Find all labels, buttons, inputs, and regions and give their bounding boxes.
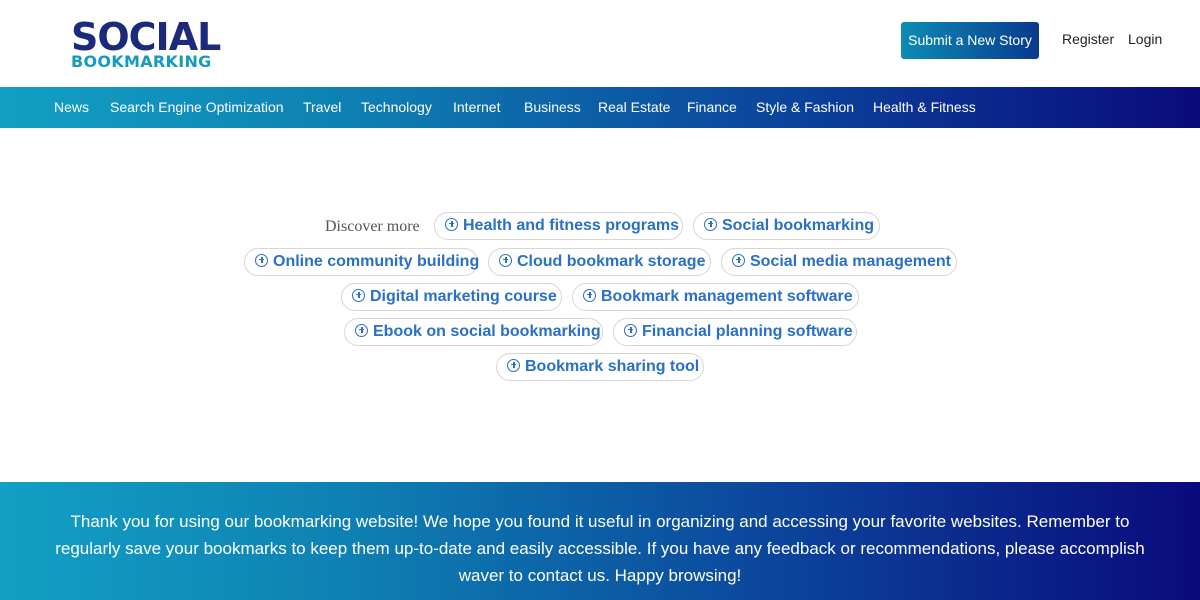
site-header: SOCIAL BOOKMARKING Submit a New Story Re… xyxy=(0,0,1200,87)
plus-circle-icon xyxy=(255,254,268,267)
nav-item-travel[interactable]: Travel xyxy=(303,87,341,128)
chip-label: Health and fitness programs xyxy=(463,217,680,234)
plus-circle-icon xyxy=(499,254,512,267)
plus-circle-icon xyxy=(624,324,637,337)
discover-chip[interactable]: Social bookmarking xyxy=(693,212,880,240)
chip-label: Online community building xyxy=(273,253,480,270)
plus-circle-icon xyxy=(732,254,745,267)
chip-label: Cloud bookmark storage xyxy=(517,253,706,270)
chip-label: Financial planning software xyxy=(642,323,853,340)
category-nav: News Search Engine Optimization Travel T… xyxy=(0,87,1200,128)
nav-item-news[interactable]: News xyxy=(54,87,89,128)
discover-chip[interactable]: Bookmark sharing tool xyxy=(496,353,704,381)
logo-text-top: SOCIAL xyxy=(71,15,221,59)
nav-item-technology[interactable]: Technology xyxy=(361,87,432,128)
discover-chip[interactable]: Health and fitness programs xyxy=(434,212,683,240)
plus-circle-icon xyxy=(355,324,368,337)
nav-item-style-fashion[interactable]: Style & Fashion xyxy=(756,87,854,128)
discover-chip[interactable]: Financial planning software xyxy=(613,318,857,346)
plus-circle-icon xyxy=(507,359,520,372)
nav-item-real-estate[interactable]: Real Estate xyxy=(598,87,670,128)
register-link[interactable]: Register xyxy=(1062,31,1114,47)
chip-label: Digital marketing course xyxy=(370,288,557,305)
discover-chip[interactable]: Bookmark management software xyxy=(572,283,859,311)
chip-label: Ebook on social bookmarking xyxy=(373,323,601,340)
nav-item-internet[interactable]: Internet xyxy=(453,87,500,128)
chip-label: Social bookmarking xyxy=(722,217,875,234)
nav-item-seo[interactable]: Search Engine Optimization xyxy=(110,87,284,128)
plus-circle-icon xyxy=(445,218,458,231)
plus-circle-icon xyxy=(352,289,365,302)
chip-label: Bookmark management software xyxy=(601,288,853,305)
login-link[interactable]: Login xyxy=(1128,31,1162,47)
footer-message: Thank you for using our bookmarking webs… xyxy=(55,512,1145,585)
chip-label: Social media management xyxy=(750,253,951,270)
discover-chip[interactable]: Social media management xyxy=(721,248,957,276)
nav-item-finance[interactable]: Finance xyxy=(687,87,737,128)
plus-circle-icon xyxy=(704,218,717,231)
submit-story-button[interactable]: Submit a New Story xyxy=(901,22,1039,59)
logo-text-bottom: BOOKMARKING xyxy=(71,52,212,71)
discover-chip[interactable]: Digital marketing course xyxy=(341,283,562,311)
site-logo[interactable]: SOCIAL BOOKMARKING xyxy=(71,18,221,72)
nav-item-health-fitness[interactable]: Health & Fitness xyxy=(873,87,976,128)
discover-chip[interactable]: Ebook on social bookmarking xyxy=(344,318,603,346)
nav-item-business[interactable]: Business xyxy=(524,87,581,128)
discover-more-label: Discover more xyxy=(325,218,420,235)
plus-circle-icon xyxy=(583,289,596,302)
chip-label: Bookmark sharing tool xyxy=(525,358,700,375)
site-footer: Thank you for using our bookmarking webs… xyxy=(0,482,1200,600)
discover-chip[interactable]: Online community building xyxy=(244,248,480,276)
discover-chip[interactable]: Cloud bookmark storage xyxy=(488,248,711,276)
